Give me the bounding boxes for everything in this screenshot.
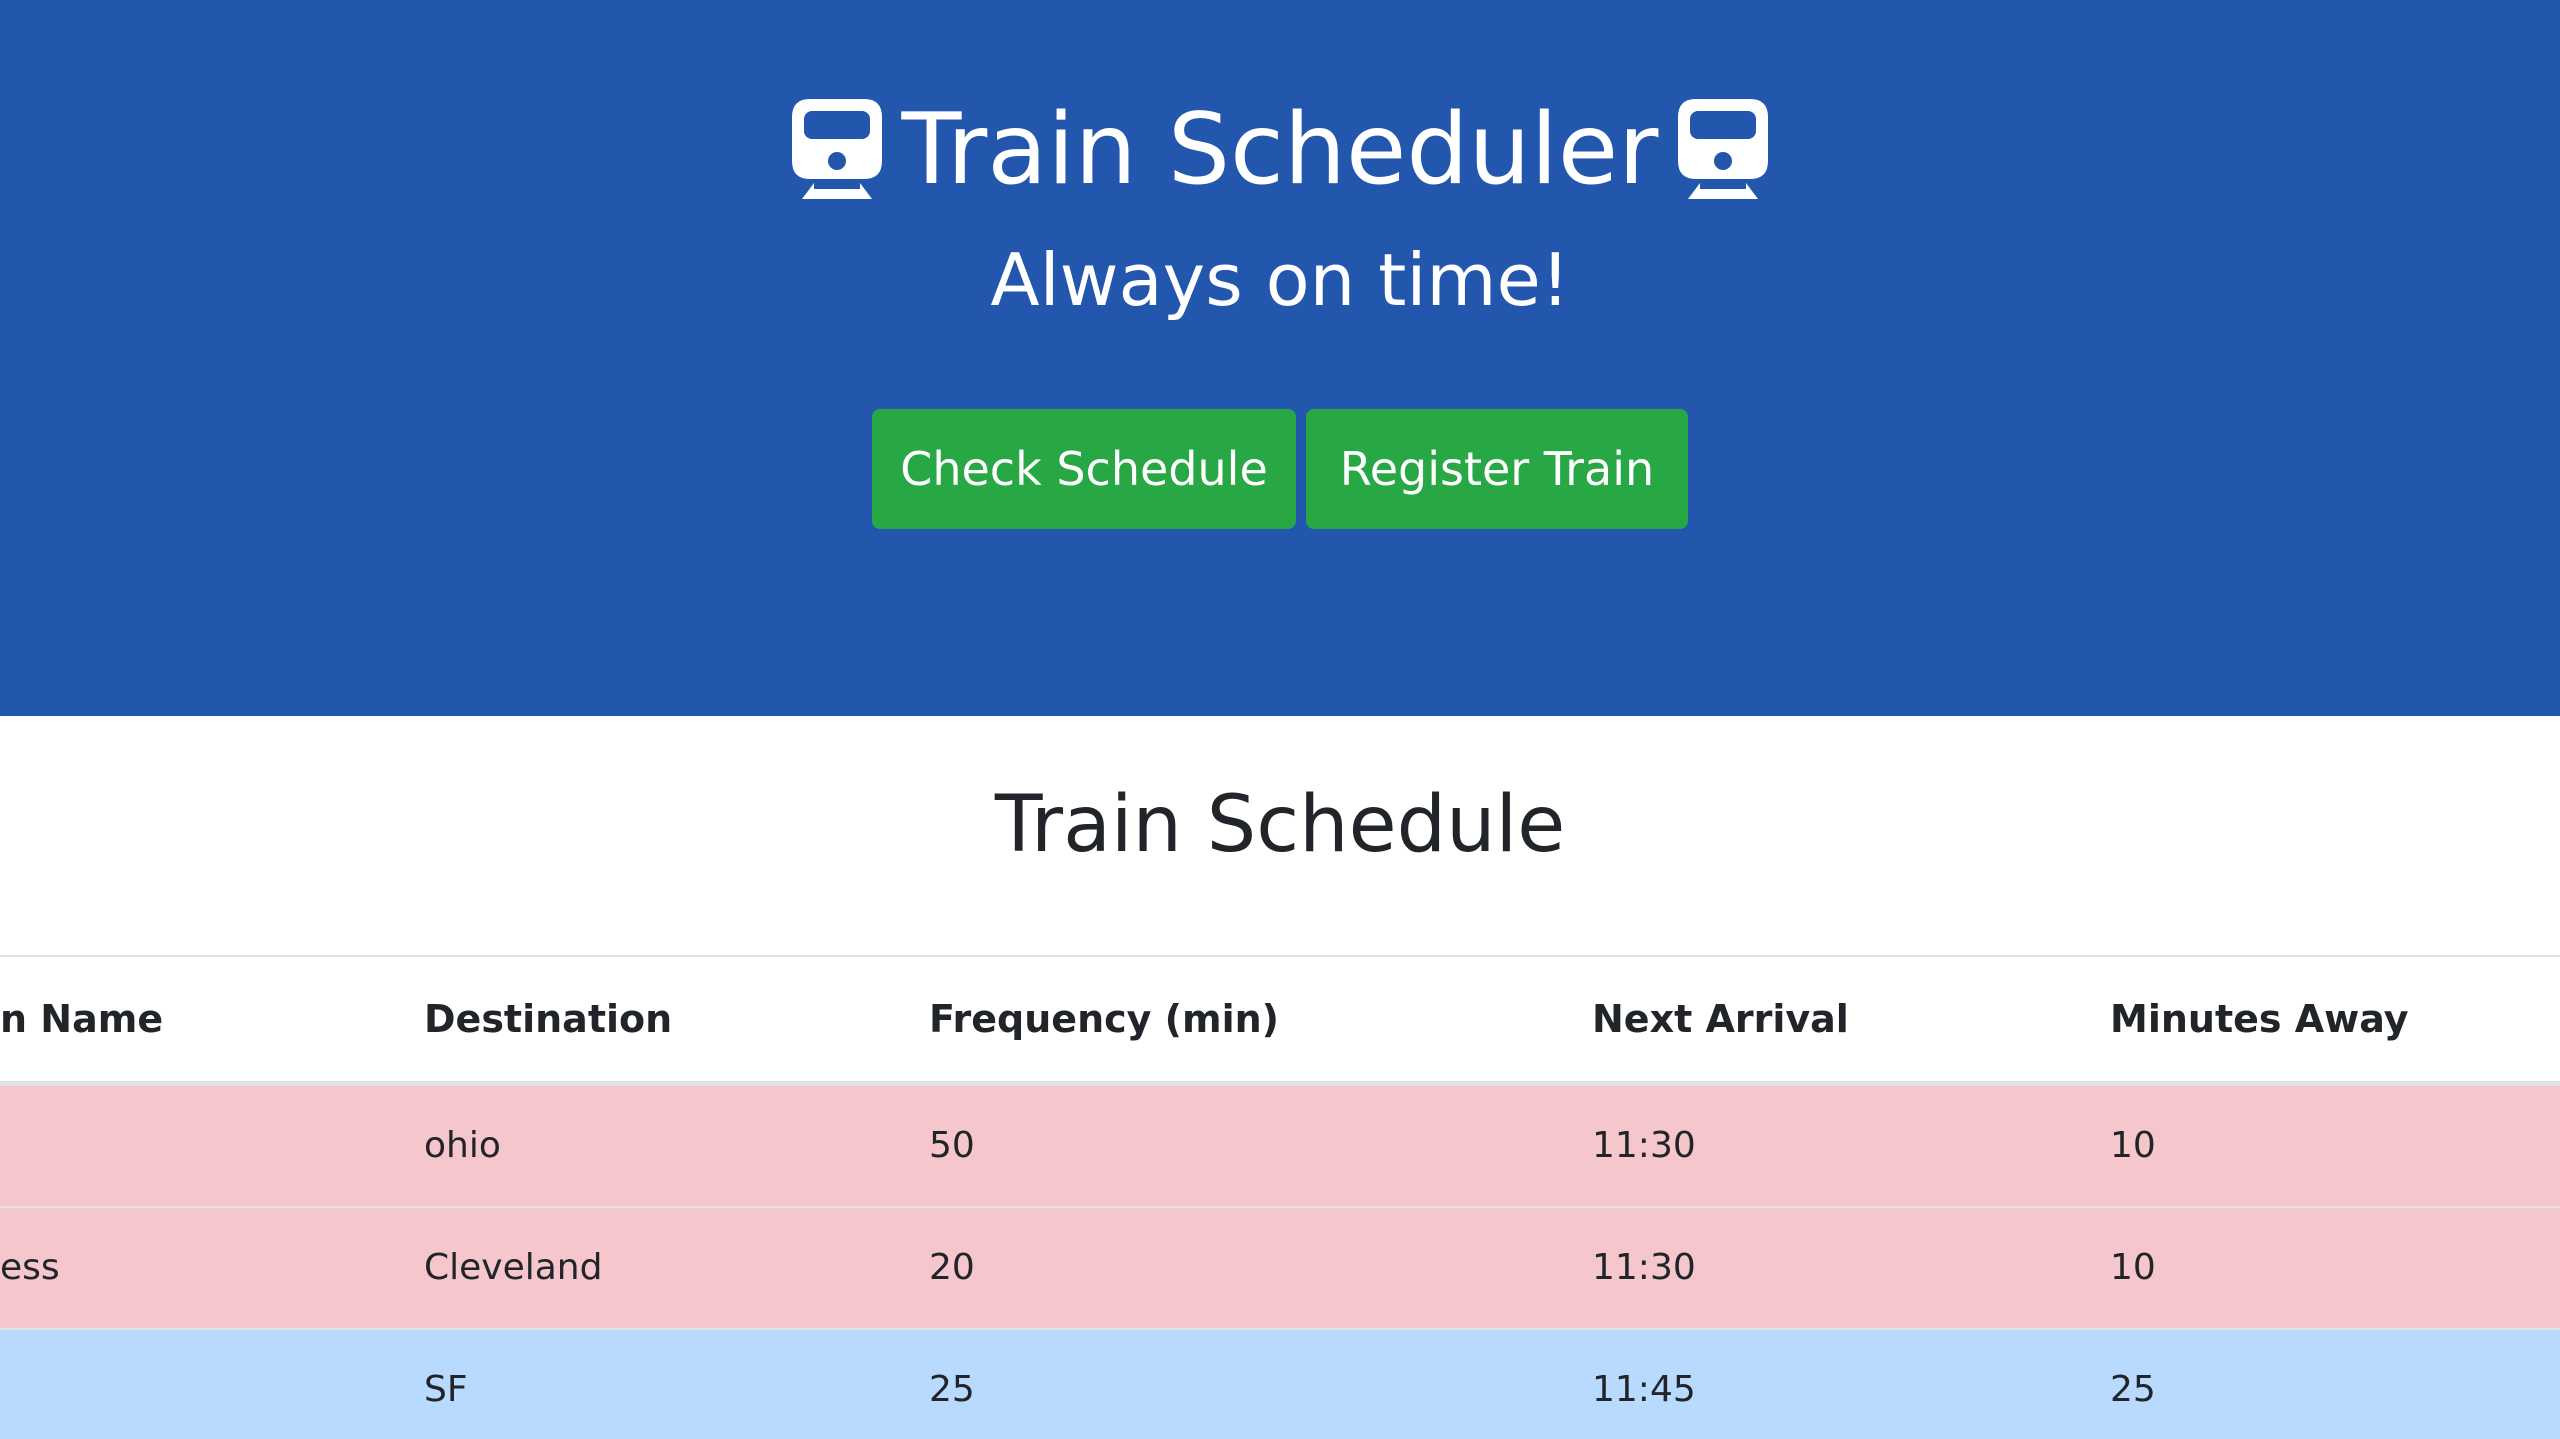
column-header-destination: Destination bbox=[424, 997, 673, 1041]
title-row: Train Scheduler bbox=[0, 90, 2560, 210]
schedule-table: n Name Destination Frequency (min) Next … bbox=[0, 955, 2560, 1439]
table-header-row: n Name Destination Frequency (min) Next … bbox=[0, 956, 2560, 1084]
header-jumbotron: Train Scheduler Always on time! Check Sc… bbox=[0, 0, 2560, 716]
register-train-button[interactable]: Register Train bbox=[1306, 409, 1688, 529]
header-button-group: Check Schedule Register Train bbox=[0, 409, 2560, 529]
cell-frequency: 25 bbox=[929, 1369, 975, 1410]
cell-frequency: 50 bbox=[929, 1125, 975, 1166]
cell-destination: SF bbox=[424, 1369, 468, 1410]
page-title: Train Scheduler bbox=[901, 93, 1659, 207]
cell-frequency: 20 bbox=[929, 1247, 975, 1288]
schedule-table-container: n Name Destination Frequency (min) Next … bbox=[0, 955, 2560, 1439]
schedule-heading: Train Schedule bbox=[994, 780, 1566, 870]
cell-minutes-away: 25 bbox=[2110, 1369, 2156, 1410]
table-row: ohio 50 11:30 10 bbox=[0, 1083, 2560, 1208]
cell-next-arrival: 11:30 bbox=[1592, 1247, 1696, 1288]
cell-train-name bbox=[0, 1084, 424, 1208]
cell-minutes-away: 10 bbox=[2110, 1125, 2156, 1166]
column-header-frequency: Frequency (min) bbox=[929, 997, 1280, 1041]
cell-train-name: ess bbox=[0, 1247, 60, 1288]
check-schedule-button[interactable]: Check Schedule bbox=[872, 409, 1296, 529]
cell-destination: Cleveland bbox=[424, 1247, 603, 1288]
page-subtitle: Always on time! bbox=[990, 238, 1570, 322]
column-header-train-name: n Name bbox=[0, 997, 164, 1041]
column-header-next-arrival: Next Arrival bbox=[1592, 997, 1849, 1041]
cell-train-name bbox=[0, 1329, 424, 1439]
train-icon bbox=[791, 99, 882, 199]
cell-minutes-away: 10 bbox=[2110, 1247, 2156, 1288]
cell-destination: ohio bbox=[424, 1125, 501, 1166]
column-header-minutes-away: Minutes Away bbox=[2110, 997, 2409, 1041]
train-icon bbox=[1678, 99, 1769, 199]
cell-next-arrival: 11:30 bbox=[1592, 1125, 1696, 1166]
table-row: SF 25 11:45 25 bbox=[0, 1329, 2560, 1439]
table-row: ess Cleveland 20 11:30 10 bbox=[0, 1207, 2560, 1329]
cell-next-arrival: 11:45 bbox=[1592, 1369, 1696, 1410]
